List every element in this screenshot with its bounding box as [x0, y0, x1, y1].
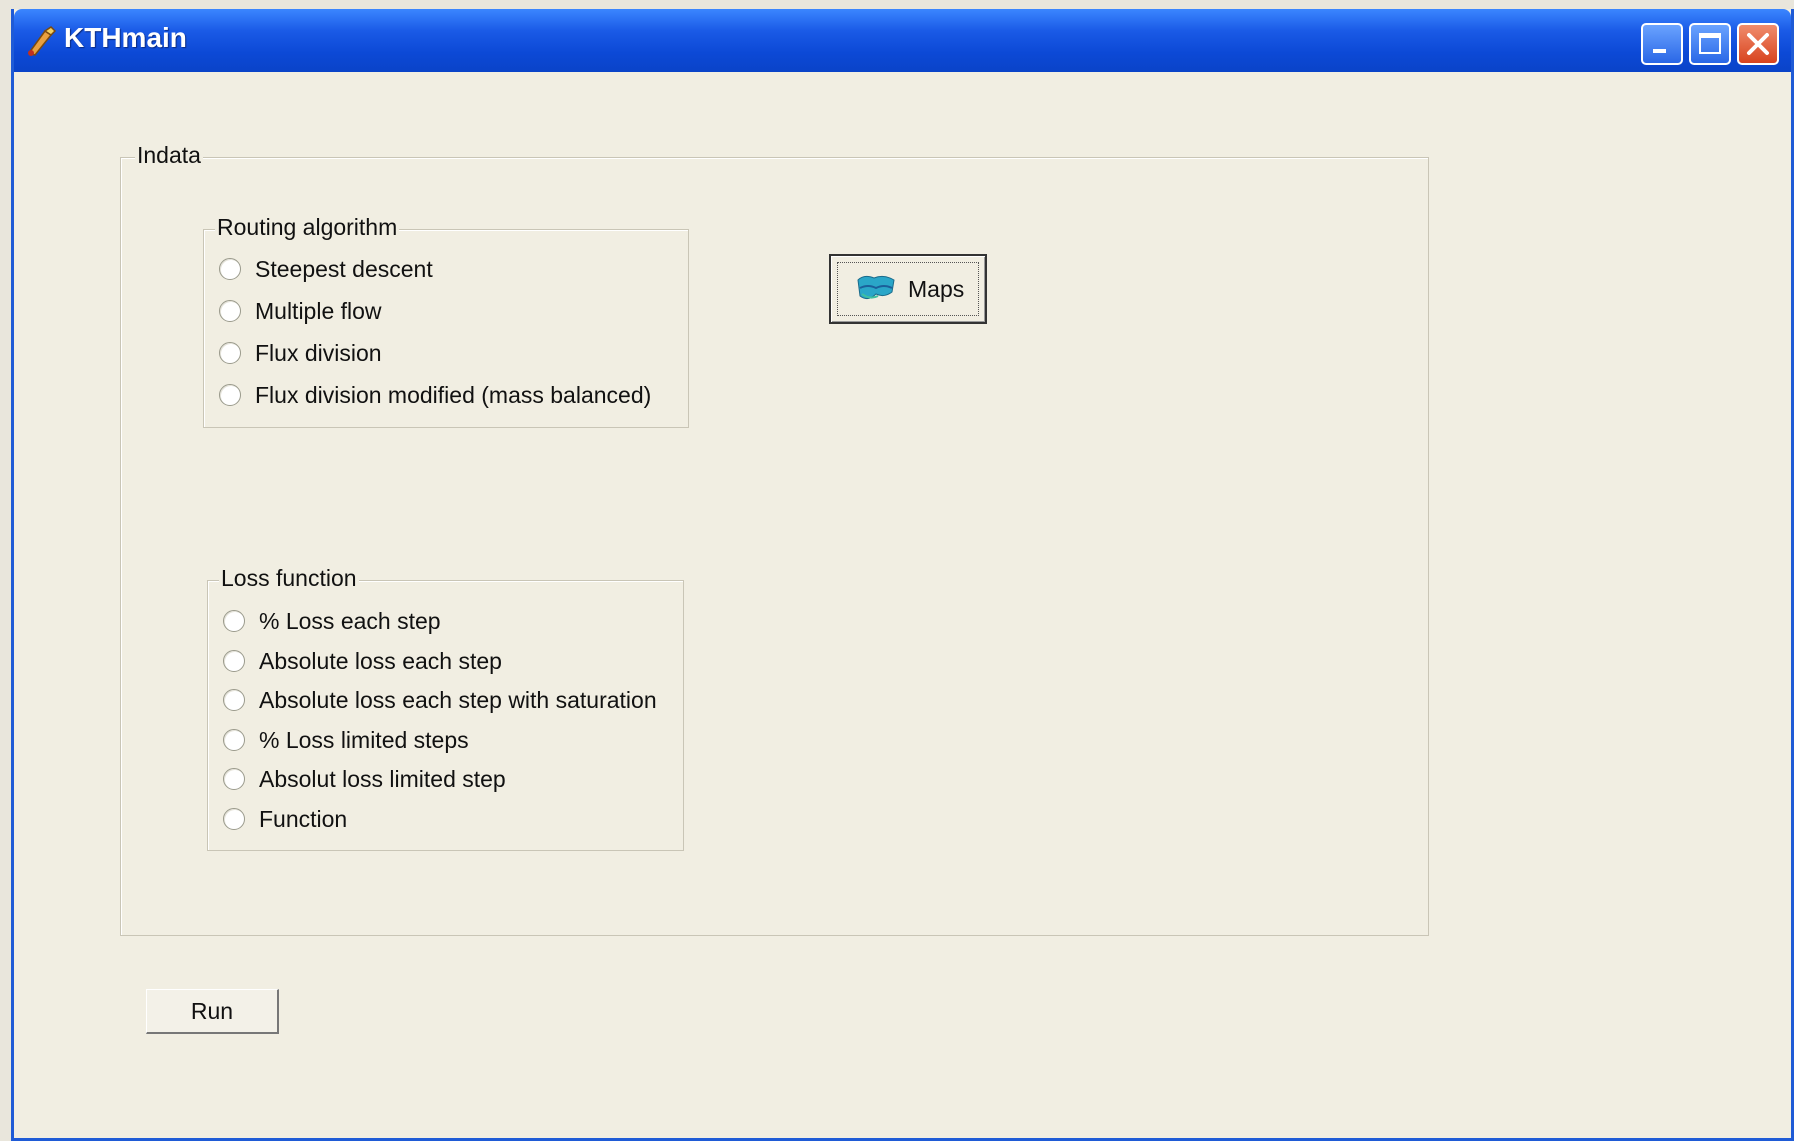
run-button-label: Run — [190, 997, 234, 1024]
radio-button[interactable] — [223, 808, 245, 830]
indata-legend: Indata — [135, 142, 203, 169]
title-bar[interactable]: KTHmain — [14, 9, 1791, 72]
radio-percent-loss-each-step[interactable]: % Loss each step — [223, 604, 441, 638]
radio-button[interactable] — [219, 384, 241, 406]
radio-label: Flux division modified (mass balanced) — [255, 381, 652, 408]
radio-label: % Loss limited steps — [259, 726, 469, 753]
radio-label: Absolute loss each step — [259, 647, 502, 674]
loss-function-legend: Loss function — [219, 565, 359, 592]
routing-algorithm-legend: Routing algorithm — [215, 214, 400, 241]
minimize-button[interactable] — [1641, 23, 1683, 65]
close-button[interactable] — [1737, 23, 1779, 65]
radio-absolute-loss-saturation[interactable]: Absolute loss each step with saturation — [223, 683, 657, 717]
map-icon — [857, 275, 895, 300]
radio-label: Absolute loss each step with saturation — [259, 686, 657, 713]
radio-multiple-flow[interactable]: Multiple flow — [219, 294, 382, 328]
radio-absolute-loss-each-step[interactable]: Absolute loss each step — [223, 644, 502, 678]
radio-button[interactable] — [223, 650, 245, 672]
maps-button[interactable]: Maps — [829, 254, 987, 324]
radio-label: Function — [259, 805, 348, 832]
radio-steepest-descent[interactable]: Steepest descent — [219, 252, 433, 286]
window-title: KTHmain — [64, 22, 187, 53]
app-icon — [27, 26, 57, 56]
run-button[interactable]: Run — [146, 989, 279, 1034]
radio-button[interactable] — [223, 729, 245, 751]
radio-label: % Loss each step — [259, 607, 441, 634]
radio-flux-division[interactable]: Flux division — [219, 336, 382, 370]
radio-label: Absolut loss limited step — [259, 765, 506, 792]
maps-button-label: Maps — [908, 275, 965, 302]
app-window: KTHmain Indata Routing algorithm Steepes… — [11, 9, 1794, 1141]
radio-label: Flux division — [255, 339, 382, 366]
maximize-button[interactable] — [1689, 23, 1731, 65]
routing-algorithm-group: Routing algorithm Steepest descent Multi… — [203, 214, 689, 428]
radio-label: Multiple flow — [255, 297, 382, 324]
radio-function[interactable]: Function — [223, 802, 347, 836]
radio-button[interactable] — [219, 342, 241, 364]
radio-button[interactable] — [223, 689, 245, 711]
radio-button[interactable] — [223, 610, 245, 632]
maximize-icon — [1699, 33, 1721, 54]
radio-percent-loss-limited-steps[interactable]: % Loss limited steps — [223, 723, 469, 757]
radio-absolut-loss-limited-step[interactable]: Absolut loss limited step — [223, 762, 506, 796]
radio-label: Steepest descent — [255, 255, 433, 282]
close-icon — [1747, 33, 1769, 55]
radio-button[interactable] — [219, 300, 241, 322]
maps-button-focus: Maps — [837, 262, 979, 316]
radio-button[interactable] — [223, 768, 245, 790]
radio-flux-division-modified[interactable]: Flux division modified (mass balanced) — [219, 378, 651, 412]
minimize-icon — [1653, 49, 1666, 53]
loss-function-group: Loss function % Loss each step Absolute … — [207, 565, 684, 851]
radio-button[interactable] — [219, 258, 241, 280]
